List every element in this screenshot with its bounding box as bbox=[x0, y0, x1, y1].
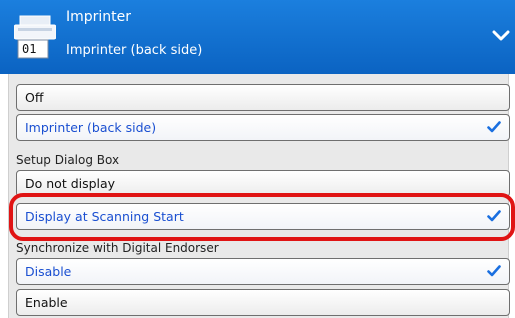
chevron-down-icon[interactable] bbox=[492, 28, 510, 42]
checkmark-icon bbox=[487, 265, 501, 277]
option-label: Imprinter (back side) bbox=[25, 120, 157, 135]
option-imprinter-back-side[interactable]: Imprinter (back side) bbox=[16, 114, 510, 141]
option-label: Enable bbox=[25, 295, 68, 310]
option-disable[interactable]: Disable bbox=[16, 258, 510, 285]
printer-icon: 01 bbox=[13, 14, 57, 60]
checkmark-icon bbox=[487, 210, 501, 222]
option-label: Do not display bbox=[25, 176, 116, 191]
icon-number: 01 bbox=[22, 42, 37, 56]
option-label: Display at Scanning Start bbox=[25, 209, 184, 224]
option-label: Off bbox=[25, 90, 44, 105]
option-label: Disable bbox=[25, 264, 72, 279]
option-do-not-display[interactable]: Do not display bbox=[16, 170, 510, 197]
section-label-sync-endorser: Synchronize with Digital Endorser bbox=[16, 241, 219, 255]
option-enable[interactable]: Enable bbox=[16, 289, 510, 316]
header-title: Imprinter bbox=[66, 9, 132, 25]
option-off[interactable]: Off bbox=[16, 84, 510, 111]
section-label-setup-dialog: Setup Dialog Box bbox=[16, 153, 120, 167]
checkmark-icon bbox=[487, 121, 501, 133]
option-display-at-scanning-start[interactable]: Display at Scanning Start bbox=[16, 203, 510, 230]
panel-header[interactable]: 01 Imprinter Imprinter (back side) bbox=[0, 0, 515, 74]
header-subtitle: Imprinter (back side) bbox=[66, 43, 203, 58]
